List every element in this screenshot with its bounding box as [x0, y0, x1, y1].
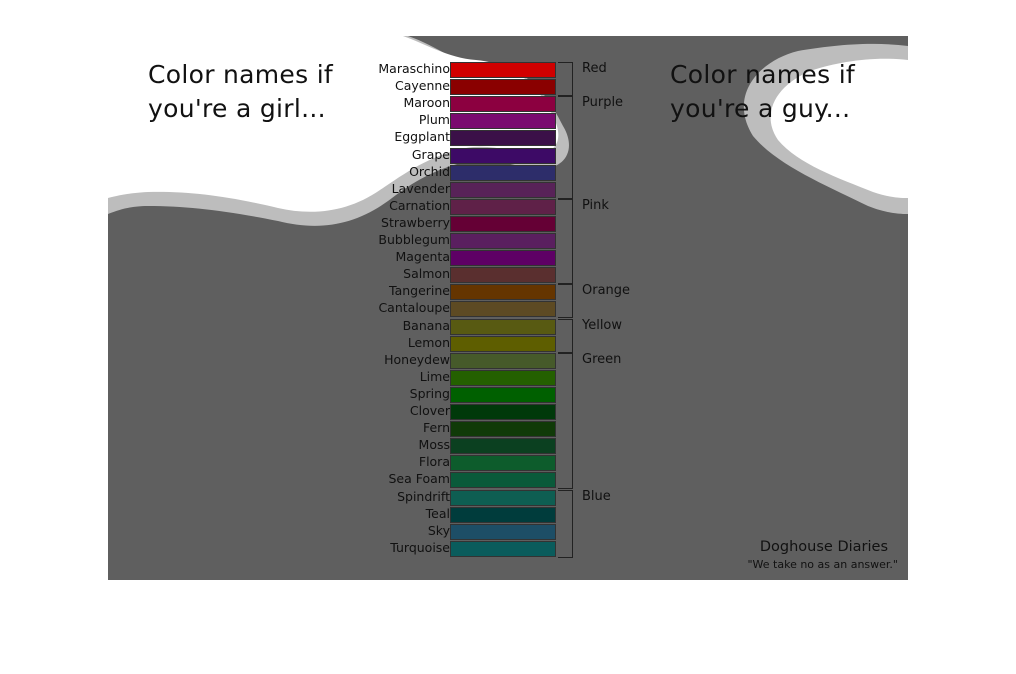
color-swatch [450, 438, 556, 455]
color-name-label: Cayenne [394, 78, 450, 94]
group-label: Pink [582, 197, 609, 213]
color-swatch [450, 79, 556, 96]
group-label: Purple [582, 95, 624, 111]
color-name-label: Lavender [391, 180, 450, 196]
color-swatch [450, 523, 556, 540]
color-name-label: Teal [425, 505, 450, 521]
color-name-label: Grape [411, 146, 450, 162]
group-bracket [558, 489, 573, 558]
color-swatch [450, 267, 556, 284]
color-name-label: Honeydew [384, 351, 450, 367]
color-swatch [450, 318, 556, 335]
color-swatch [450, 352, 556, 369]
color-name-label: Sky [427, 522, 450, 538]
color-name-label: Cantaloupe [378, 300, 450, 316]
color-swatch [450, 455, 556, 472]
color-name-label: Clover [409, 403, 450, 418]
comic-panel: Color names if you're a girl... Color na… [108, 36, 908, 580]
color-swatch [450, 301, 556, 318]
group-bracket [558, 318, 573, 353]
color-name-label: Sea Foam [388, 471, 451, 487]
color-swatch [450, 164, 556, 181]
color-name-label: Bubblegum [378, 232, 450, 247]
color-name-label: Banana [402, 317, 450, 333]
color-swatch [450, 181, 556, 198]
guy-heading: Color names if you're a guy... [670, 58, 855, 126]
color-swatch [450, 198, 556, 215]
color-name-label: Eggplant [394, 129, 450, 145]
color-name-label: Magenta [395, 249, 450, 265]
color-name-label: Lime [419, 368, 450, 384]
color-name-label: Plum [418, 112, 450, 128]
girl-heading-line-1: Color names if [148, 60, 334, 89]
color-swatch [450, 386, 556, 403]
group-bracket [558, 62, 573, 97]
color-swatch [450, 96, 556, 113]
color-swatch [450, 130, 556, 147]
girl-heading-line-2: you're a girl... [148, 94, 326, 123]
group-label: Green [582, 351, 622, 367]
color-name-label: Moss [418, 437, 450, 453]
color-swatch [450, 404, 556, 420]
color-name-label: Flora [418, 454, 450, 470]
credit-title: Doghouse Diaries [759, 539, 888, 555]
color-name-label: Turquoise [390, 539, 450, 555]
color-name-label: Carnation [389, 197, 450, 213]
group-bracket [558, 352, 573, 490]
color-swatch [450, 284, 556, 301]
color-swatch [450, 113, 556, 130]
group-bracket [558, 96, 573, 199]
color-swatch [450, 215, 556, 232]
color-name-label: Spring [409, 385, 450, 401]
guy-heading-line-1: Color names if [670, 60, 856, 89]
group-bracket [558, 198, 573, 285]
color-swatch [450, 369, 556, 386]
color-swatch [450, 147, 556, 164]
color-name-label: Fern [422, 420, 450, 436]
girl-heading: Color names if you're a girl... [148, 58, 333, 126]
color-name-label: Maroon [403, 95, 450, 111]
guy-heading-line-2: you're a guy... [670, 94, 851, 123]
color-swatch [450, 472, 556, 489]
color-swatch [450, 335, 556, 352]
color-name-label: Maraschino [378, 61, 450, 76]
group-label: Blue [582, 488, 611, 504]
color-name-label: Salmon [403, 266, 450, 282]
color-swatch [450, 62, 556, 78]
color-swatch [450, 540, 556, 557]
color-swatch [450, 250, 556, 267]
group-label: Yellow [582, 317, 623, 333]
group-bracket [558, 284, 573, 319]
color-name-label: Strawberry [381, 214, 450, 230]
color-name-label: Orchid [409, 163, 450, 179]
color-name-label: Spindrift [397, 488, 450, 504]
credit-subtitle: "We take no as an answer." [747, 558, 898, 571]
color-swatch [450, 489, 556, 506]
color-name-label: Tangerine [389, 283, 450, 299]
group-label: Red [582, 61, 607, 76]
color-swatch [450, 506, 556, 523]
color-swatch [450, 421, 556, 438]
color-swatch [450, 233, 556, 249]
color-name-label: Lemon [407, 334, 450, 350]
group-label: Orange [582, 283, 631, 299]
